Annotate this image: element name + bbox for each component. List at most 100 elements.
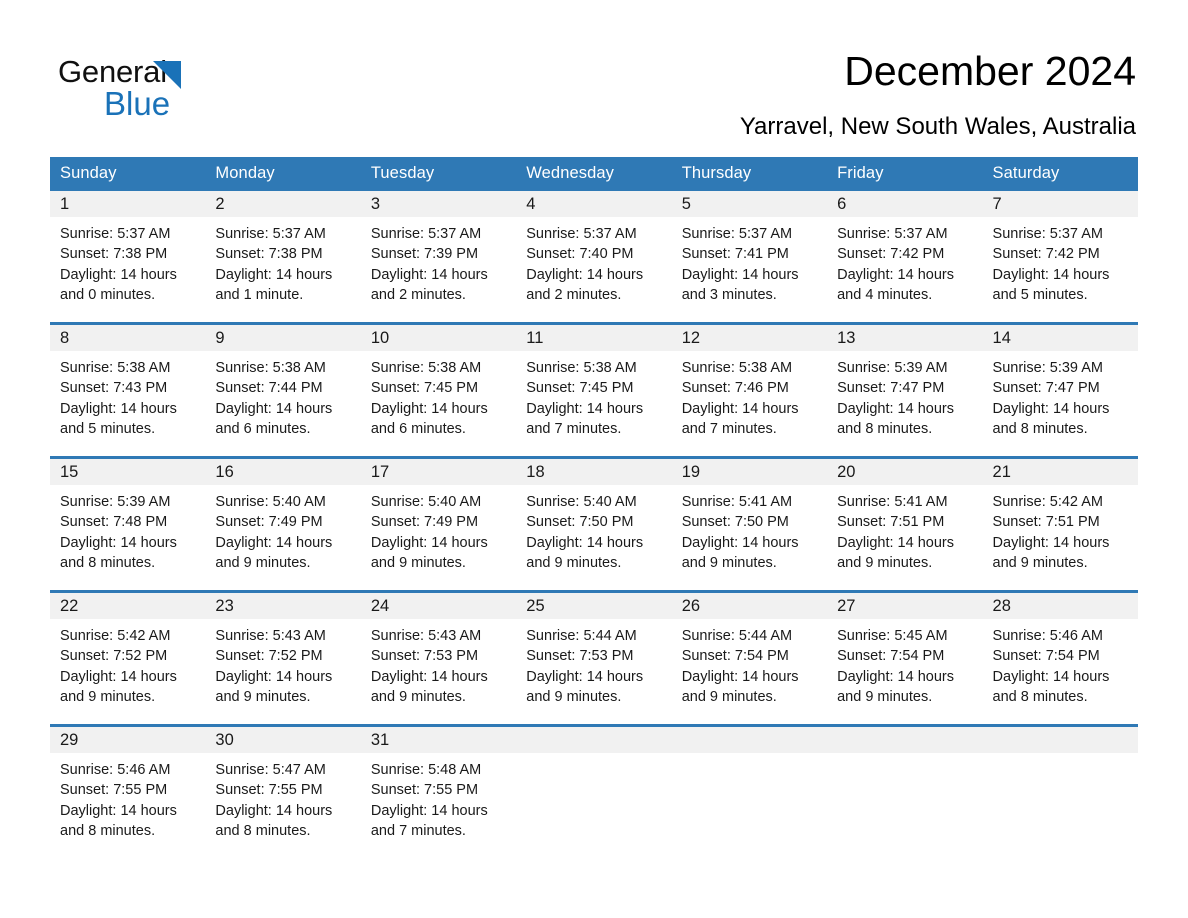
day-number: 1 [50,191,206,217]
calendar-day-cell[interactable]: 4 Sunrise: 5:37 AM Sunset: 7:40 PM Daylight… [516,191,672,324]
day-cell-details: Sunrise: 5:39 AM Sunset: 7:47 PM Daylight:… [983,351,1138,439]
day-cell-inner: 15 Sunrise: 5:39 AM Sunset: 7:48 PM Dayligh… [50,459,206,590]
daylight-text-line1: Daylight: 14 hours [992,266,1110,283]
daylight-text-line2: and 9 minutes. [60,688,156,705]
calendar-day-cell[interactable]: 31 Sunrise: 5:48 AM Sunset: 7:55 PM Dayligh… [360,724,517,858]
daylight-text-line1: Daylight: 14 hours [526,266,644,283]
daylight-text-line2: and 2 minutes. [370,286,466,303]
calendar-day-cell[interactable]: 26 Sunrise: 5:44 AM Sunset: 7:54 PM Dayligh… [671,590,828,726]
sunrise-text: Sunrise: 5:48 AM [370,762,482,778]
sunrise-text: Sunrise: 5:44 AM [526,628,637,644]
daylight-text-line2: and 8 minutes. [60,554,156,571]
daylight-text-line2: and 7 minutes. [526,420,622,437]
daylight-text-line1: Daylight: 14 hours [526,534,644,551]
daylight-text-line1: Daylight: 14 hours [681,400,799,417]
sunrise-text: Sunrise: 5:37 AM [837,226,948,242]
day-cell-inner: 12 Sunrise: 5:38 AM Sunset: 7:46 PM Dayligh… [671,325,828,456]
day-number: 20 [827,459,983,485]
sunset-text: Sunset: 7:52 PM [60,648,168,665]
daylight-text-line1: Daylight: 14 hours [681,266,799,283]
daylight-text-line2: and 9 minutes. [837,554,933,571]
calendar-body: 1 Sunrise: 5:37 AM Sunset: 7:38 PM Daylight… [50,191,1138,858]
weekday-header-thursday: Thursday [671,157,828,191]
day-cell-details: Sunrise: 5:44 AM Sunset: 7:54 PM Daylight:… [672,619,827,707]
sunset-text: Sunset: 7:39 PM [370,246,479,263]
calendar-day-cell[interactable]: 25 Sunrise: 5:44 AM Sunset: 7:53 PM Dayligh… [516,590,672,726]
day-number: 2 [205,191,361,217]
calendar-day-cell[interactable]: 5 Sunrise: 5:37 AM Sunset: 7:41 PM Daylight… [671,191,828,324]
day-cell-details: Sunrise: 5:37 AM Sunset: 7:41 PM Daylight:… [672,217,827,305]
sunset-text: Sunset: 7:46 PM [681,380,789,397]
calendar-day-cell[interactable]: 22 Sunrise: 5:42 AM Sunset: 7:52 PM Dayligh… [50,590,206,726]
day-cell-inner: 28 Sunrise: 5:46 AM Sunset: 7:54 PM Dayligh… [982,593,1138,724]
day-number: 13 [827,325,983,351]
day-cell-inner: 14 Sunrise: 5:39 AM Sunset: 7:47 PM Dayligh… [982,325,1138,456]
calendar-day-cell[interactable]: 6 Sunrise: 5:37 AM Sunset: 7:42 PM Daylight… [827,191,983,324]
sunrise-text: Sunrise: 5:39 AM [837,360,948,376]
calendar-day-cell-empty [827,724,983,858]
day-cell-details: Sunrise: 5:38 AM Sunset: 7:45 PM Daylight:… [361,351,516,439]
daylight-text-line1: Daylight: 14 hours [215,400,333,417]
calendar-day-cell[interactable]: 7 Sunrise: 5:37 AM Sunset: 7:42 PM Daylight… [982,191,1138,324]
day-cell-inner: 20 Sunrise: 5:41 AM Sunset: 7:51 PM Dayligh… [827,459,983,590]
day-cell-inner: 31 Sunrise: 5:48 AM Sunset: 7:55 PM Dayligh… [360,727,517,858]
calendar-day-cell[interactable]: 20 Sunrise: 5:41 AM Sunset: 7:51 PM Dayligh… [827,456,983,592]
calendar-day-cell[interactable]: 30 Sunrise: 5:47 AM Sunset: 7:55 PM Dayligh… [205,724,361,858]
day-number: 16 [205,459,361,485]
calendar-day-cell[interactable]: 8 Sunrise: 5:38 AM Sunset: 7:43 PM Daylight… [50,322,206,458]
calendar-day-cell[interactable]: 2 Sunrise: 5:37 AM Sunset: 7:38 PM Daylight… [205,191,361,324]
day-number: 3 [360,191,517,217]
calendar-day-cell[interactable]: 19 Sunrise: 5:41 AM Sunset: 7:50 PM Dayligh… [671,456,828,592]
daylight-text-line2: and 9 minutes. [526,554,622,571]
calendar-day-cell[interactable]: 3 Sunrise: 5:37 AM Sunset: 7:39 PM Daylight… [360,191,517,324]
sunrise-text: Sunrise: 5:39 AM [992,360,1103,376]
day-cell-inner: 9 Sunrise: 5:38 AM Sunset: 7:44 PM Daylight… [205,325,361,456]
calendar-day-cell[interactable]: 18 Sunrise: 5:40 AM Sunset: 7:50 PM Dayligh… [516,456,672,592]
calendar-day-cell[interactable]: 10 Sunrise: 5:38 AM Sunset: 7:45 PM Dayligh… [360,322,517,458]
day-cell-inner: 17 Sunrise: 5:40 AM Sunset: 7:49 PM Dayligh… [360,459,517,590]
calendar-day-cell[interactable]: 14 Sunrise: 5:39 AM Sunset: 7:47 PM Dayligh… [982,322,1138,458]
day-cell-details: Sunrise: 5:42 AM Sunset: 7:52 PM Daylight:… [50,619,205,707]
generalblue-logo[interactable]: General Blue [58,54,278,130]
page-header: General Blue December 2024 Yarravel, New… [0,0,1188,158]
day-number: 7 [982,191,1138,217]
sunset-text: Sunset: 7:55 PM [370,782,479,799]
daylight-text-line2: and 8 minutes. [992,420,1088,437]
calendar-day-cell[interactable]: 16 Sunrise: 5:40 AM Sunset: 7:49 PM Dayligh… [205,456,361,592]
weekday-header-monday: Monday [205,157,361,191]
day-cell-inner: 7 Sunrise: 5:37 AM Sunset: 7:42 PM Daylight… [982,191,1138,322]
calendar-day-cell[interactable]: 11 Sunrise: 5:38 AM Sunset: 7:45 PM Dayligh… [516,322,672,458]
sunrise-text: Sunrise: 5:37 AM [526,226,637,242]
daylight-text-line2: and 7 minutes. [370,822,466,839]
daylight-text-line1: Daylight: 14 hours [215,668,333,685]
daylight-text-line1: Daylight: 14 hours [837,266,954,283]
daylight-text-line1: Daylight: 14 hours [992,400,1110,417]
calendar-day-cell[interactable]: 9 Sunrise: 5:38 AM Sunset: 7:44 PM Daylight… [205,322,361,458]
day-cell-details: Sunrise: 5:41 AM Sunset: 7:50 PM Daylight:… [672,485,827,573]
daylight-text-line1: Daylight: 14 hours [837,400,954,417]
daylight-text-line2: and 9 minutes. [370,688,466,705]
calendar-day-cell[interactable]: 15 Sunrise: 5:39 AM Sunset: 7:48 PM Dayligh… [50,456,206,592]
calendar-day-cell[interactable]: 29 Sunrise: 5:46 AM Sunset: 7:55 PM Dayligh… [50,724,206,858]
calendar-container: Sunday Monday Tuesday Wednesday Thursday… [50,157,1138,858]
daylight-text-line2: and 6 minutes. [370,420,466,437]
calendar-day-cell[interactable]: 27 Sunrise: 5:45 AM Sunset: 7:54 PM Dayligh… [827,590,983,726]
page-subtitle: Yarravel, New South Wales, Australia [739,113,1136,140]
calendar-day-cell[interactable]: 24 Sunrise: 5:43 AM Sunset: 7:53 PM Dayligh… [360,590,517,726]
calendar-day-cell[interactable]: 21 Sunrise: 5:42 AM Sunset: 7:51 PM Dayligh… [982,456,1138,592]
sunrise-text: Sunrise: 5:40 AM [370,494,482,510]
sunset-text: Sunset: 7:45 PM [526,380,634,397]
calendar-day-cell[interactable]: 12 Sunrise: 5:38 AM Sunset: 7:46 PM Dayligh… [671,322,828,458]
day-number: 6 [827,191,983,217]
daylight-text-line2: and 9 minutes. [215,688,311,705]
daylight-text-line2: and 8 minutes. [992,688,1088,705]
calendar-day-cell[interactable]: 1 Sunrise: 5:37 AM Sunset: 7:38 PM Daylight… [50,191,206,324]
calendar-day-cell[interactable]: 23 Sunrise: 5:43 AM Sunset: 7:52 PM Dayligh… [205,590,361,726]
day-number: 11 [516,325,672,351]
calendar-day-cell[interactable]: 28 Sunrise: 5:46 AM Sunset: 7:54 PM Dayligh… [982,590,1138,726]
day-cell-inner: 13 Sunrise: 5:39 AM Sunset: 7:47 PM Dayligh… [827,325,983,456]
calendar-day-cell[interactable]: 17 Sunrise: 5:40 AM Sunset: 7:49 PM Dayligh… [360,456,517,592]
calendar-day-cell[interactable]: 13 Sunrise: 5:39 AM Sunset: 7:47 PM Dayligh… [827,322,983,458]
sunrise-text: Sunrise: 5:40 AM [215,494,326,510]
daylight-text-line1: Daylight: 14 hours [526,668,644,685]
